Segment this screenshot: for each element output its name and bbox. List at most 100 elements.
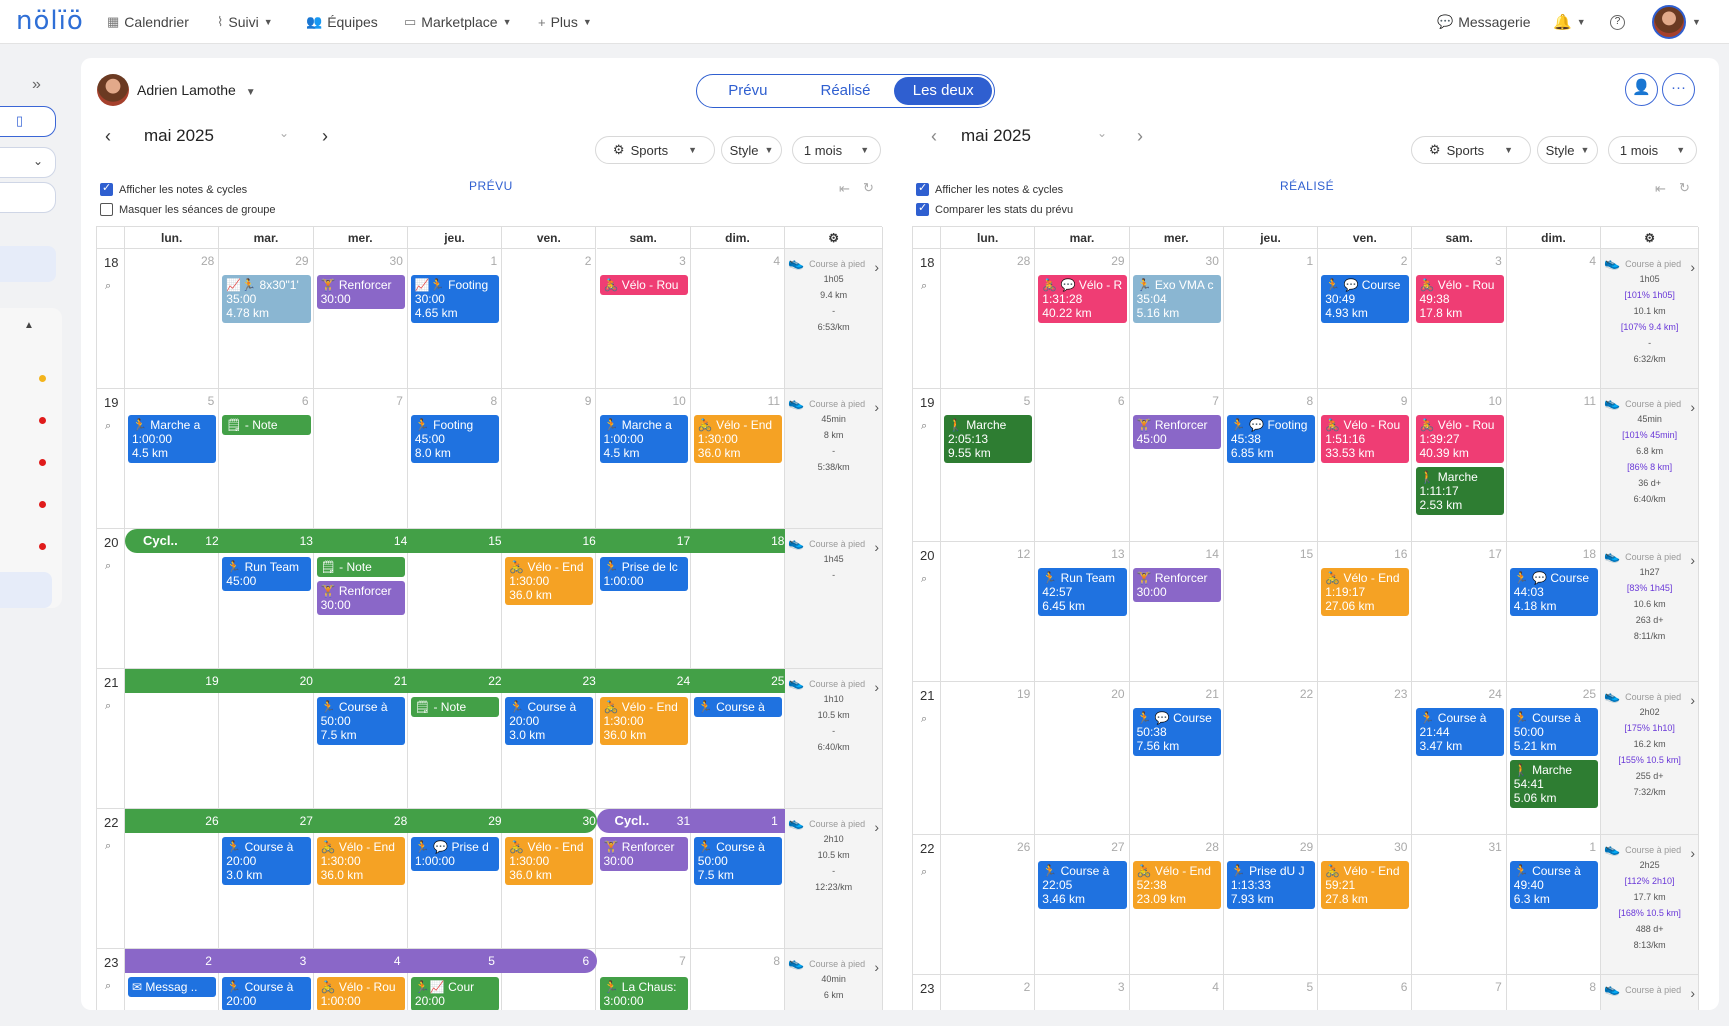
day-cell[interactable]: 28: [125, 249, 220, 388]
sports-filter[interactable]: ⚙ Sports ▼: [595, 136, 715, 164]
day-cell[interactable]: 8: [1507, 975, 1602, 1010]
search-icon[interactable]: ⌕: [105, 980, 111, 993]
workout-card[interactable]: 🏃 Run Team 45:00: [222, 557, 311, 591]
day-cell[interactable]: 20: [1035, 682, 1130, 834]
show-notes-checkbox[interactable]: Afficher les notes & cycles: [916, 181, 1063, 196]
workout-card[interactable]: 🚶 Marche 54:41 5.06 km: [1509, 760, 1599, 808]
checkbox-checked[interactable]: [100, 181, 113, 196]
workout-card[interactable]: 🚴 Vélo - Rou: [599, 275, 688, 295]
day-cell[interactable]: 31: [1413, 835, 1507, 974]
workout-card[interactable]: 🏃 La Chaus: 3:00:00: [599, 977, 688, 1010]
day-cell[interactable]: 6: [1035, 389, 1130, 541]
notifications-button[interactable]: 🔔 ▼: [1553, 0, 1586, 44]
workout-card[interactable]: 📈🏃 Footing 30:00 4.65 km: [410, 275, 500, 323]
stats-settings-button[interactable]: ⚙: [1601, 227, 1700, 249]
nav-equipes[interactable]: 👥 Équipes: [306, 0, 378, 44]
next-month-icon[interactable]: ›: [1137, 126, 1143, 147]
nolio-logo[interactable]: nölïö: [16, 6, 84, 36]
workout-card[interactable]: 🚴 Vélo - End 1:30:00 36.0 km: [505, 557, 594, 605]
day-cell[interactable]: 5: [1224, 975, 1319, 1010]
refresh-icon[interactable]: ↻: [863, 180, 874, 196]
chevron-down-icon[interactable]: ⌄: [279, 126, 289, 140]
refresh-icon[interactable]: ↻: [1679, 180, 1690, 196]
search-icon[interactable]: ⌕: [921, 866, 927, 879]
nav-marketplace[interactable]: ▭ Marketplace ▼: [404, 0, 511, 44]
workout-card[interactable]: 🚴 Vélo - Rou 1:00:00: [316, 977, 405, 1010]
search-icon[interactable]: ⌕: [921, 420, 927, 433]
day-cell[interactable]: 4: [691, 249, 786, 388]
workout-card[interactable]: 🚴 Vélo - End 1:30:00 36.0 km: [316, 837, 405, 885]
day-cell[interactable]: 11: [1507, 389, 1602, 541]
toggle-les-deux[interactable]: Les deux: [894, 77, 993, 105]
month-selector[interactable]: mai 2025: [961, 126, 1031, 146]
day-cell[interactable]: 22: [1224, 682, 1319, 834]
day-cell[interactable]: 15: [1224, 542, 1319, 681]
day-cell[interactable]: 21: [1130, 682, 1224, 834]
workout-card[interactable]: 🏃 💬 Prise d 1:00:00: [410, 837, 500, 871]
checkbox-unchecked[interactable]: [100, 203, 113, 216]
workout-card[interactable]: 🏃 Marche a 1:00:00 4.5 km: [599, 415, 688, 463]
search-icon[interactable]: ⌕: [105, 840, 111, 853]
workout-card[interactable]: 🏋 Renforcer 30:00: [599, 837, 688, 871]
workout-card[interactable]: 🏃 Prise de lc 1:00:00: [599, 557, 688, 591]
chevron-down-icon[interactable]: ▼: [1692, 17, 1701, 27]
day-cell[interactable]: 2: [941, 975, 1036, 1010]
month-selector[interactable]: mai 2025: [144, 126, 214, 146]
prev-month-icon[interactable]: ‹: [931, 126, 937, 147]
search-icon[interactable]: ⌕: [921, 713, 927, 726]
style-filter[interactable]: Style ▼: [1537, 136, 1598, 164]
workout-card[interactable]: 🚴 Vélo - End 59:21 27.8 km: [1321, 861, 1410, 909]
search-icon[interactable]: ⌕: [105, 420, 111, 433]
day-cell[interactable]: 2: [502, 249, 597, 388]
day-cell[interactable]: 6: [1318, 975, 1413, 1010]
workout-card[interactable]: 🏃 💬 Course 30:49 4.93 km: [1321, 275, 1410, 323]
day-cell[interactable]: 3: [597, 249, 691, 388]
workout-card[interactable]: 🏋 Renforcer 30:00: [316, 275, 405, 309]
compare-stats-checkbox[interactable]: Comparer les stats du prévu: [916, 201, 1073, 216]
cycle-band[interactable]: 2 3 4 5 6: [125, 949, 597, 973]
workout-card[interactable]: 🏃 Prise dU J 1:13:33 7.93 km: [1226, 861, 1316, 909]
sidebar-item-selected[interactable]: [0, 572, 52, 608]
next-month-icon[interactable]: ›: [322, 126, 328, 147]
cycle-band[interactable]: 19 20 21 22 23 24 25: [125, 669, 786, 693]
workout-card[interactable]: 🚴 Vélo - Rou 1:39:27 40.39 km: [1415, 415, 1504, 463]
day-cell[interactable]: 23: [1318, 682, 1413, 834]
nav-calendrier[interactable]: ▦ Calendrier: [107, 0, 189, 44]
day-cell[interactable]: 25: [1507, 682, 1602, 834]
workout-card[interactable]: 🏃 Course à: [693, 697, 783, 717]
day-cell[interactable]: 9: [502, 389, 597, 528]
messaging-link[interactable]: 💬 Messagerie: [1437, 0, 1531, 44]
day-cell[interactable]: 8: [1224, 389, 1319, 541]
cycle-band[interactable]: 26 27 28 29 30: [125, 809, 597, 833]
day-cell[interactable]: 10: [1413, 389, 1507, 541]
day-cell[interactable]: 19: [941, 682, 1036, 834]
cycle-band[interactable]: Cycl.. 31 1: [596, 809, 786, 833]
sidebar-input[interactable]: [0, 182, 56, 213]
workout-card[interactable]: 🏋 Renforcer 30:00: [316, 581, 405, 615]
workout-card[interactable]: 🚴 Vélo - End 52:38 23.09 km: [1132, 861, 1221, 909]
workout-card[interactable]: 🚴 Vélo - Rou 49:38 17.8 km: [1415, 275, 1504, 323]
day-cell[interactable]: 8: [691, 949, 786, 1010]
workout-card[interactable]: 🏃 💬 Course 50:38 7.56 km: [1132, 708, 1221, 756]
search-icon[interactable]: ⌕: [921, 1006, 927, 1010]
day-cell[interactable]: 14: [1130, 542, 1224, 681]
stats-settings-button[interactable]: ⚙: [785, 227, 884, 249]
period-filter[interactable]: 1 mois ▼: [1608, 136, 1697, 164]
workout-card[interactable]: 🏃 💬 Course 44:03 4.18 km: [1509, 568, 1599, 616]
profile-button[interactable]: 👤: [1625, 73, 1658, 106]
workout-card[interactable]: 🚴 Vélo - End 1:30:00 36.0 km: [693, 415, 783, 463]
workout-card[interactable]: 🚴 Vélo - End 1:30:00 36.0 km: [599, 697, 688, 745]
prev-month-icon[interactable]: ‹: [105, 126, 111, 147]
sidebar-highlight[interactable]: [0, 246, 56, 282]
workout-card[interactable]: 🏋 Renforcer 30:00: [1132, 568, 1221, 602]
workout-card[interactable]: 🚴 Vélo - End 1:30:00 36.0 km: [505, 837, 594, 885]
search-icon[interactable]: ⌕: [105, 700, 111, 713]
workout-card[interactable]: 🚴 💬 Vélo - R 1:31:28 40.22 km: [1038, 275, 1127, 323]
show-notes-checkbox[interactable]: Afficher les notes & cycles: [100, 181, 247, 196]
collapse-icon[interactable]: ▲: [24, 320, 34, 331]
first-page-icon[interactable]: ⇤: [839, 181, 850, 197]
workout-card[interactable]: 🚴 Vélo - End 1:19:17 27.06 km: [1321, 568, 1410, 616]
sports-filter[interactable]: ⚙ Sports ▼: [1411, 136, 1531, 164]
workout-card[interactable]: ✉ Messag ..: [128, 977, 217, 997]
first-page-icon[interactable]: ⇤: [1655, 181, 1666, 197]
